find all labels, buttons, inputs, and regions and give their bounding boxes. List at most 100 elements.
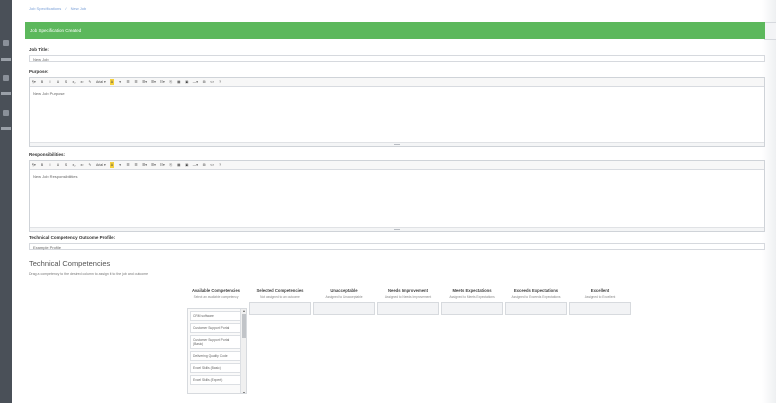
toolbar-button[interactable]: ☰▾ [151,162,156,168]
nav-icon[interactable] [3,40,9,46]
column-selected: Selected Competencies Not assigned to an… [249,288,311,315]
responsibilities-text[interactable]: New Job Responsibilities [30,170,764,183]
responsibilities-toolbar: ¶▾ B I U Sx₂ x² ✎ Arial ▾ A ▾ ☰ ☰ ☰▾ ☰▾ ☷▾ ⎘ ▦ ▣ —▾ ⊞ <>? [30,161,764,170]
toolbar-button[interactable]: A [109,162,115,168]
breadcrumb: Job Specifications / New Job [29,6,89,11]
list-item[interactable]: Customer Support Portal (Basic) [190,335,241,349]
job-title-input[interactable]: New Job [29,55,765,62]
toolbar-button[interactable]: ☰▾ [142,162,147,168]
toolbar-button[interactable]: B [40,162,44,168]
toolbar-button[interactable]: ▾ [118,79,122,85]
toolbar-button[interactable]: ? [218,79,222,85]
drop-zone[interactable] [377,302,439,315]
list-item[interactable]: Delivering Quality Code [190,351,241,361]
toolbar-button[interactable]: <> [210,162,214,168]
toolbar-button[interactable]: ⊞ [202,79,206,85]
toolbar-button[interactable]: ☰ [134,79,138,85]
column-header: Unacceptable [330,288,358,293]
column-meets-expectations: Meets Expectations Assigned to Meets Exp… [441,288,503,315]
toolbar-button[interactable]: Arial ▾ [96,162,106,168]
toolbar-button[interactable]: S [64,162,68,168]
toolbar-button[interactable]: I [48,79,52,85]
toolbar-button[interactable]: ¶▾ [32,79,36,85]
toolbar-button[interactable]: U [56,79,60,85]
column-subtitle: Assigned to Meets Expectations [449,295,495,299]
toolbar-button[interactable]: ☷▾ [160,79,165,85]
banner-text: Job Specification Created [30,28,82,33]
toolbar-button[interactable]: ▣ [185,79,189,85]
toolbar-button[interactable]: ⊞ [202,162,206,168]
editor-resize-handle[interactable] [30,142,764,146]
toolbar-button[interactable]: ☰▾ [151,79,156,85]
success-banner: Job Specification Created [25,22,765,39]
column-header: Available Competencies [191,288,241,293]
purpose-text[interactable]: New Job Purpose [30,87,764,100]
toolbar-button[interactable]: S [64,79,68,85]
column-available: Available Competencies Select an availab… [185,288,247,299]
scroll-down-icon[interactable]: ▼ [241,391,246,393]
responsibilities-editor[interactable]: ¶▾ B I U Sx₂ x² ✎ Arial ▾ A ▾ ☰ ☰ ☰▾ ☰▾ ☷▾ ⎘ ▦ ▣ —▾ ⊞ <>? Ne… [29,160,765,232]
toolbar-button[interactable]: ☰ [126,79,130,85]
editor-resize-handle[interactable] [30,227,764,231]
list-item[interactable]: Excel Skills (Expert) [190,375,241,385]
main-content: Job Specifications / New Job Job Specifi… [25,0,765,403]
drop-zone[interactable] [569,302,631,315]
toolbar-button[interactable]: <> [210,79,214,85]
list-scrollbar[interactable]: ▲ ▼ [240,309,246,393]
breadcrumb-separator: / [65,6,67,11]
toolbar-button[interactable]: x² [80,162,84,168]
column-excellent: Excellent Assigned to Excellent [569,288,631,315]
section-help: Drag a competency to the desired column … [29,272,149,276]
toolbar-button[interactable]: ⎘ [169,162,173,168]
column-subtitle: Assigned to Needs Improvement [384,295,432,299]
toolbar-button[interactable]: ✎ [88,79,92,85]
column-header: Exceeds Expectations [513,288,559,293]
toolbar-button[interactable]: ▣ [185,162,189,168]
responsibilities-label: Responsibilities: [29,152,66,157]
column-needs-improvement: Needs Improvement Assigned to Needs Impr… [377,288,439,315]
toolbar-button[interactable]: ✎ [88,162,92,168]
toolbar-button[interactable]: x₂ [72,162,76,168]
nav-icon[interactable] [3,75,9,81]
competency-board: Available Competencies Select an availab… [185,288,665,398]
scroll-up-icon[interactable]: ▲ [241,309,246,313]
toolbar-button[interactable]: ▾ [118,162,122,168]
list-item[interactable]: Excel Skills (Basic) [190,363,241,373]
nav-label [1,58,11,61]
breadcrumb-item-job-specifications[interactable]: Job Specifications [29,6,61,11]
toolbar-button[interactable]: ☰▾ [142,79,147,85]
purpose-toolbar: ¶▾ B I U Sx₂ x² ✎ Arial ▾ A ▾ ☰ ☰ ☰▾ ☰▾ ☷▾ ⎘ ▦ ▣ —▾ ⊞ <>? [30,78,764,87]
available-competencies-list[interactable]: CRM software Customer Support Portal Cus… [187,308,247,394]
toolbar-button[interactable]: U [56,162,60,168]
drop-zone[interactable] [249,302,311,315]
toolbar-button[interactable]: ▦ [177,162,181,168]
breadcrumb-item-new-job: New Job [70,6,87,11]
column-header: Needs Improvement [387,288,429,293]
toolbar-button[interactable]: B [40,79,44,85]
toolbar-button[interactable]: I [48,162,52,168]
toolbar-button[interactable]: ¶▾ [32,162,36,168]
toolbar-button[interactable]: A [109,79,115,85]
list-item[interactable]: Customer Support Portal [190,323,241,333]
toolbar-button[interactable]: ☷▾ [160,162,165,168]
toolbar-button[interactable]: ⎘ [169,79,173,85]
toolbar-button[interactable]: ▦ [177,79,181,85]
toolbar-button[interactable]: —▾ [193,162,198,168]
drop-zone[interactable] [441,302,503,315]
list-item[interactable]: CRM software [190,311,241,321]
purpose-editor[interactable]: ¶▾ B I U Sx₂ x² ✎ Arial ▾ A ▾ ☰ ☰ ☰▾ ☰▾ ☷▾ ⎘ ▦ ▣ —▾ ⊞ <>? Ne… [29,77,765,147]
nav-label [1,92,11,95]
toolbar-button[interactable]: ? [218,162,222,168]
toolbar-button[interactable]: —▾ [193,79,198,85]
drop-zone[interactable] [313,302,375,315]
toolbar-button[interactable]: ☰ [126,162,130,168]
profile-select[interactable]: Example Profile [29,243,765,250]
toolbar-button[interactable]: ☰ [134,162,138,168]
scroll-thumb[interactable] [242,314,246,338]
drop-zone[interactable] [505,302,567,315]
toolbar-button[interactable]: x² [80,79,84,85]
toolbar-button[interactable]: Arial ▾ [96,79,106,85]
side-panel-tab[interactable] [764,22,776,40]
nav-icon[interactable] [3,110,9,116]
toolbar-button[interactable]: x₂ [72,79,76,85]
